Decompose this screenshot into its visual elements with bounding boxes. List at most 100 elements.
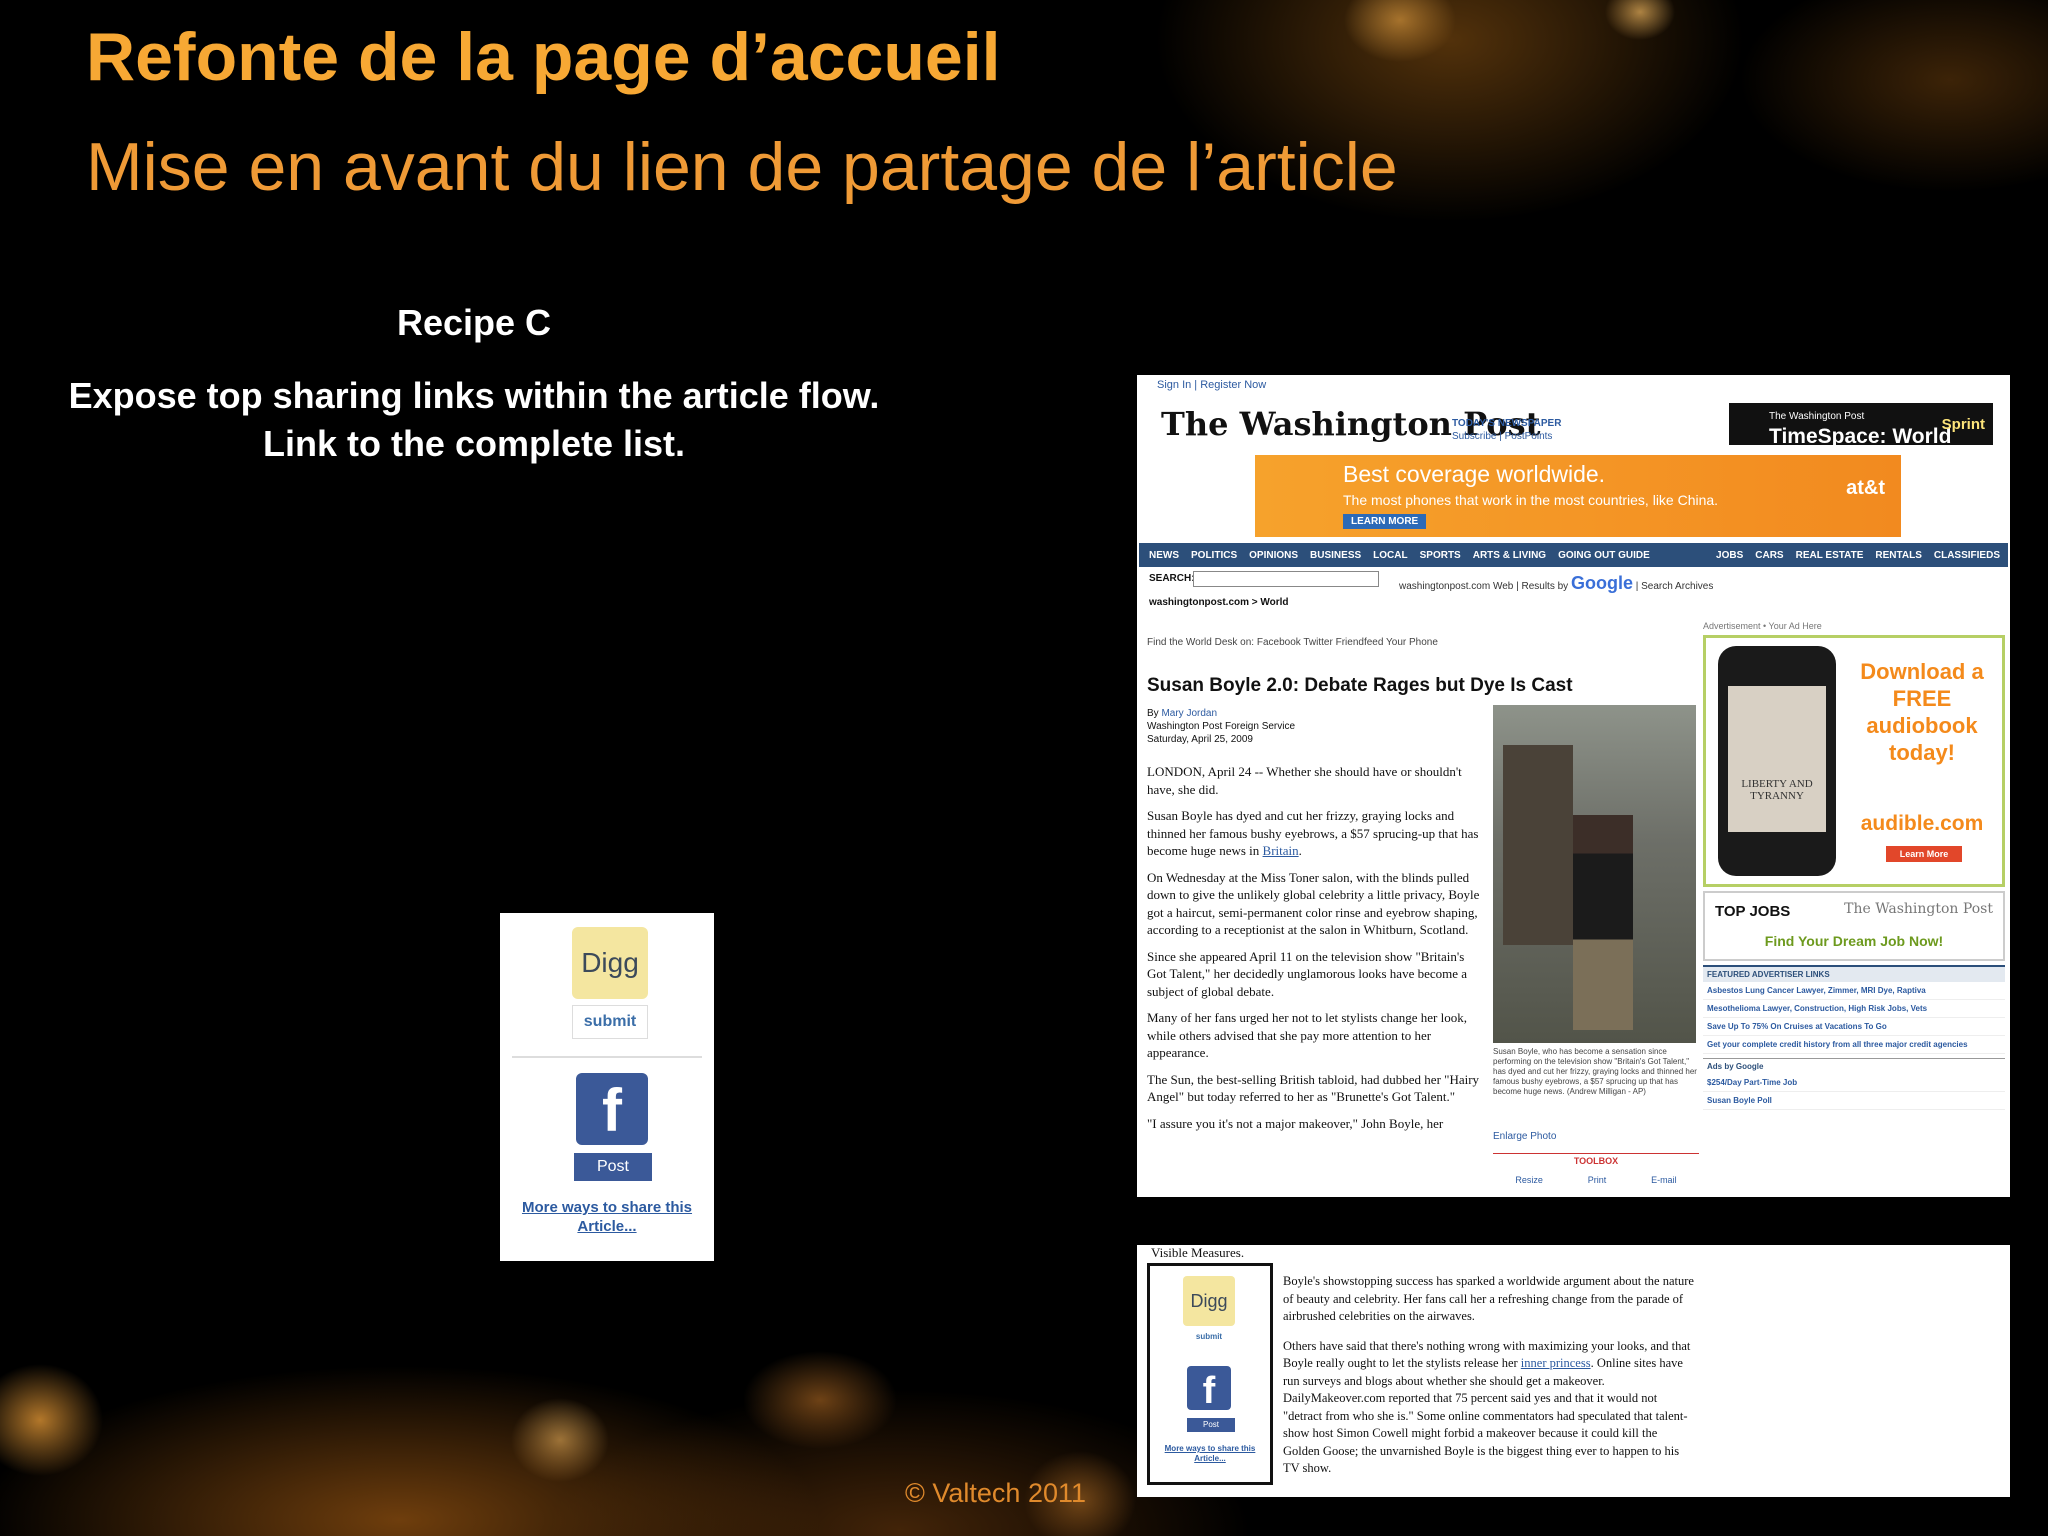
copyright-footer: © Valtech 2011 xyxy=(905,1478,1087,1508)
photo-caption: Susan Boyle, who has become a sensation … xyxy=(1493,1047,1697,1096)
google-ad-link[interactable]: $254/Day Part-Time Job xyxy=(1703,1074,2005,1092)
nav-jobs[interactable]: JOBS xyxy=(1716,550,1743,561)
audible-download-text: Download a FREE audiobook today! xyxy=(1860,659,1984,765)
facebook-icon[interactable]: f xyxy=(576,1073,648,1145)
featured-link[interactable]: Mesothelioma Lawyer, Construction, High … xyxy=(1703,1000,2005,1018)
featured-heading: FEATURED ADVERTISER LINKS xyxy=(1703,965,2005,982)
search-input[interactable] xyxy=(1193,571,1379,587)
more-share-link[interactable]: More ways to share this Article... xyxy=(1156,1444,1264,1464)
digg-submit-button[interactable]: submit xyxy=(572,1005,648,1039)
paragraph: LONDON, April 24 -- Whether she should h… xyxy=(1147,764,1462,797)
google-logo: Google xyxy=(1570,573,1633,593)
article-photo[interactable] xyxy=(1493,705,1696,1043)
share-widget: Digg submit f Post More ways to share th… xyxy=(500,913,714,1261)
search-options[interactable]: washingtonpost.com Web | Results by Goog… xyxy=(1399,573,1713,594)
nav-cars[interactable]: CARS xyxy=(1755,550,1783,561)
find-world-desk[interactable]: Find the World Desk on: Facebook Twitter… xyxy=(1147,637,1438,648)
audible-logo: audible.com xyxy=(1860,812,1984,835)
article-date: Saturday, April 25, 2009 xyxy=(1147,734,1253,745)
book-cover: LIBERTY AND TYRANNY xyxy=(1728,686,1826,832)
digg-button[interactable]: Digg xyxy=(1183,1276,1235,1326)
nav-business[interactable]: BUSINESS xyxy=(1310,550,1361,561)
featured-link[interactable]: Save Up To 75% On Cruises at Vacations T… xyxy=(1703,1018,2005,1036)
paragraph: Many of her fans urged her not to let st… xyxy=(1147,1010,1467,1060)
nav-politics[interactable]: POLITICS xyxy=(1191,550,1237,561)
facebook-icon[interactable]: f xyxy=(1187,1366,1231,1412)
divider xyxy=(512,1056,702,1058)
audible-ad[interactable]: LIBERTY AND TYRANNY Download a FREE audi… xyxy=(1703,635,2005,887)
top-jobs-box[interactable]: TOP JOBS The Washington Post Find Your D… xyxy=(1703,891,2005,961)
article-snippet-screenshot: Visible Measures. Digg submit f Post Mor… xyxy=(1137,1245,2010,1497)
search-bar: SEARCH: washingtonpost.com Web | Results… xyxy=(1149,571,1713,593)
recipe-heading: Recipe C xyxy=(396,302,552,343)
ad-learn-more-button[interactable]: LEARN MORE xyxy=(1343,514,1427,529)
att-logo: at&t xyxy=(1846,477,1885,499)
digg-submit-button[interactable]: submit xyxy=(1183,1332,1235,1341)
photo-person xyxy=(1573,815,1633,1030)
sign-in-link[interactable]: Sign In | Register Now xyxy=(1157,379,1266,391)
toolbox-heading: TOOLBOX xyxy=(1493,1153,1699,1166)
featured-links: FEATURED ADVERTISER LINKS Asbestos Lung … xyxy=(1703,965,2005,1110)
paragraph: Susan Boyle has dyed and cut her frizzy,… xyxy=(1147,808,1479,858)
paragraph-text: Susan Boyle has dyed and cut her frizzy,… xyxy=(1147,808,1479,858)
email-button[interactable]: E-mail xyxy=(1651,1175,1677,1185)
iphone-image: LIBERTY AND TYRANNY xyxy=(1718,646,1836,876)
inline-share-box: Digg submit f Post More ways to share th… xyxy=(1147,1263,1273,1485)
slide-subtitle: Mise en avant du lien de partage de l’ar… xyxy=(86,129,1398,205)
timespace-label: TimeSpace: World xyxy=(1769,425,1952,448)
ad-label[interactable]: Advertisement • Your Ad Here xyxy=(1703,621,1822,631)
snippet-body: Boyle's showstopping success has sparked… xyxy=(1283,1273,1697,1490)
nav-rentals[interactable]: RENTALS xyxy=(1875,550,1921,561)
paragraph: The Sun, the best-selling British tabloi… xyxy=(1147,1071,1480,1105)
top-jobs-logo: The Washington Post xyxy=(1844,901,1993,917)
dream-job-link[interactable]: Find Your Dream Job Now! xyxy=(1705,933,2003,949)
by-label: By xyxy=(1147,708,1159,719)
ads-by-google: Ads by Google xyxy=(1703,1058,2005,1074)
britain-link[interactable]: Britain xyxy=(1263,843,1299,858)
author-link[interactable]: Mary Jordan xyxy=(1161,708,1217,719)
nav-opinions[interactable]: OPINIONS xyxy=(1249,550,1298,561)
washington-post-screenshot: Sign In | Register Now The Washington Po… xyxy=(1137,375,2010,1197)
search-archives-link[interactable]: | Search Archives xyxy=(1636,581,1714,592)
nav-arts[interactable]: ARTS & LIVING xyxy=(1473,550,1546,561)
paragraph: Since she appeared April 11 on the telev… xyxy=(1147,948,1468,999)
main-nav: NEWS POLITICS OPINIONS BUSINESS LOCAL SP… xyxy=(1139,543,2008,567)
search-scope[interactable]: washingtonpost.com Web | Results by xyxy=(1399,581,1568,592)
att-banner-ad[interactable]: Best coverage worldwide. The most phones… xyxy=(1255,455,1901,537)
slide-title: Refonte de la page d’accueil xyxy=(86,19,1001,95)
resize-button[interactable]: Resize xyxy=(1515,1175,1543,1185)
nav-sports[interactable]: SPORTS xyxy=(1420,550,1461,561)
todays-paper-label: TODAY'S NEWSPAPER xyxy=(1452,418,1562,429)
inner-princess-link[interactable]: inner princess xyxy=(1521,1356,1591,1370)
nav-local[interactable]: LOCAL xyxy=(1373,550,1407,561)
more-share-link[interactable]: More ways to share this Article... xyxy=(514,1198,700,1236)
recipe-description: Expose top sharing links within the arti… xyxy=(68,375,880,464)
paragraph: On Wednesday at the Miss Toner salon, wi… xyxy=(1147,869,1480,938)
paragraph-text: . Online sites have run surveys and blog… xyxy=(1283,1356,1688,1475)
enlarge-photo-link[interactable]: Enlarge Photo xyxy=(1493,1131,1556,1142)
featured-link[interactable]: Get your complete credit history from al… xyxy=(1703,1036,2005,1054)
ad-subtext: The most phones that work in the most co… xyxy=(1343,492,1719,508)
nav-classifieds[interactable]: CLASSIFIEDS xyxy=(1934,550,2000,561)
audible-learn-more-button[interactable]: Learn More xyxy=(1886,846,1962,862)
paragraph: Boyle's showstopping success has sparked… xyxy=(1283,1274,1694,1323)
breadcrumb[interactable]: washingtonpost.com > World xyxy=(1149,597,1289,608)
paragraph: "I assure you it's not a major makeover,… xyxy=(1147,1115,1444,1131)
facebook-post-button[interactable]: Post xyxy=(1187,1418,1235,1432)
digg-button[interactable]: Digg xyxy=(572,927,648,999)
article-body: LONDON, April 24 -- Whether she should h… xyxy=(1147,763,1485,1141)
byline: By Mary Jordan Washington Post Foreign S… xyxy=(1147,707,1295,746)
timespace-banner[interactable]: The Washington Post TimeSpace: World Spr… xyxy=(1729,403,1993,448)
todays-paper[interactable]: TODAY'S NEWSPAPER Subscribe | PostPoints xyxy=(1452,417,1561,443)
google-ad-link[interactable]: Susan Boyle Poll xyxy=(1703,1092,2005,1110)
toolbox-items: Resize Print E-mail xyxy=(1493,1175,1699,1185)
nav-real-estate[interactable]: REAL ESTATE xyxy=(1796,550,1864,561)
ad-headline: Best coverage worldwide. xyxy=(1343,461,1606,487)
featured-link[interactable]: Asbestos Lung Cancer Lawyer, Zimmer, MRI… xyxy=(1703,982,2005,1000)
subscribe-link[interactable]: Subscribe | PostPoints xyxy=(1452,430,1561,443)
snippet-top-text: Visible Measures. xyxy=(1151,1245,1245,1260)
nav-news[interactable]: NEWS xyxy=(1149,550,1179,561)
print-button[interactable]: Print xyxy=(1588,1175,1607,1185)
nav-going-out[interactable]: GOING OUT GUIDE xyxy=(1558,550,1650,561)
facebook-post-button[interactable]: Post xyxy=(574,1153,652,1181)
